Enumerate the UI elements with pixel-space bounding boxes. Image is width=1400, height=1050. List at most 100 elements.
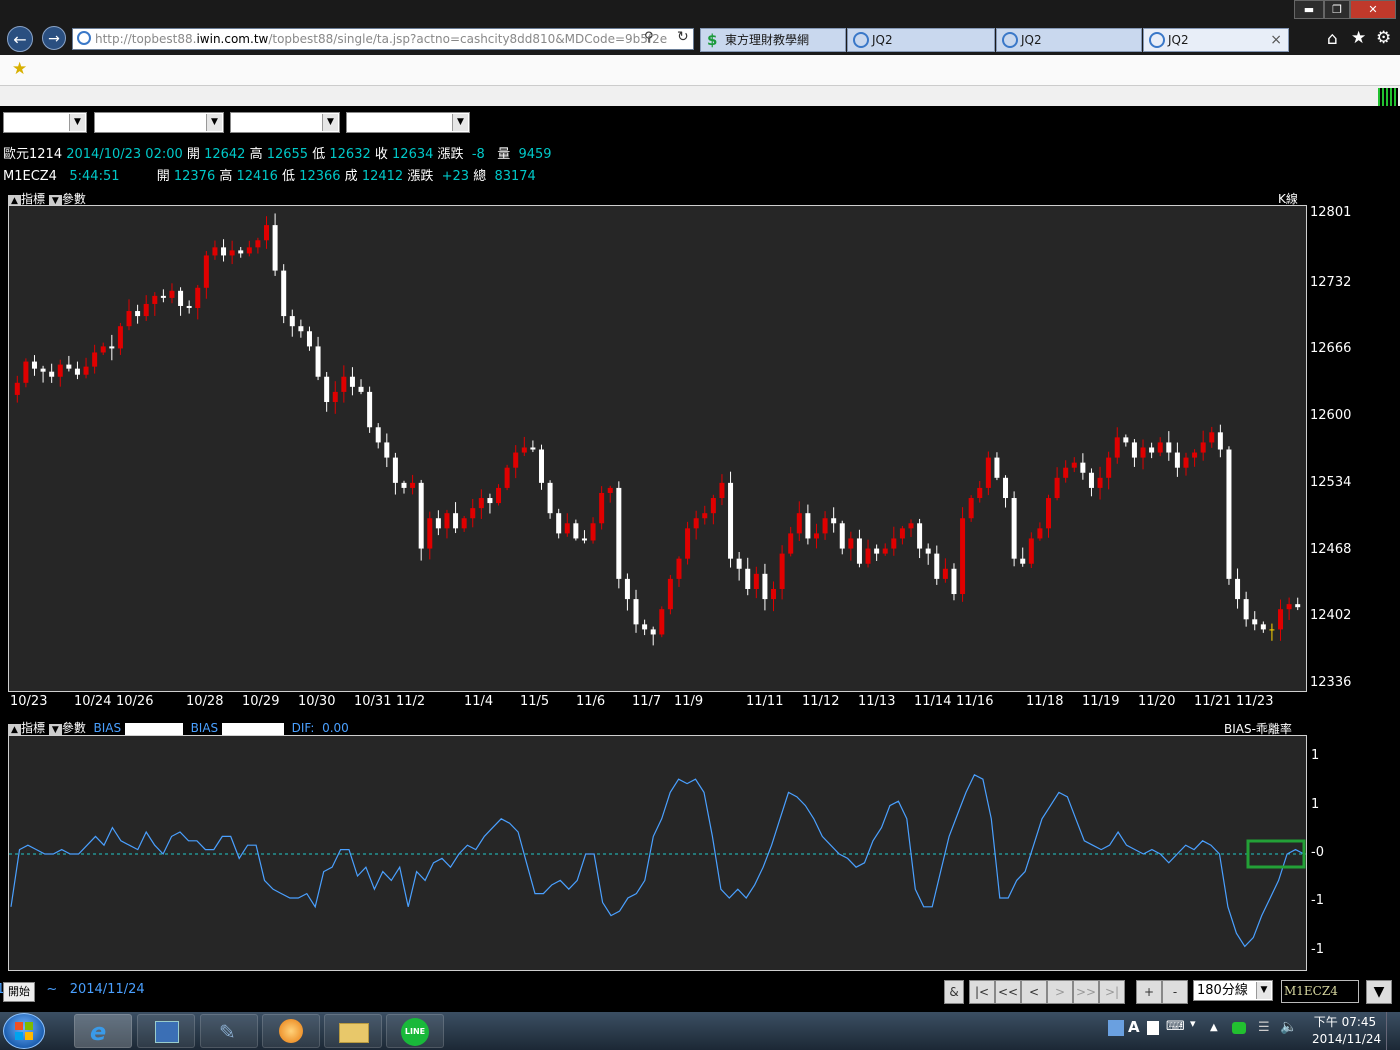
network-icon[interactable]: ☰ — [1258, 1020, 1270, 1035]
taskbar-ie[interactable]: e — [74, 1014, 132, 1048]
home-icon[interactable]: ⌂ — [1327, 29, 1338, 49]
zoom-in-button[interactable]: + — [1136, 980, 1162, 1004]
ime-keyboard-icon[interactable]: ⌨ — [1166, 1019, 1185, 1034]
ime-mode-icon[interactable]: A — [1128, 1018, 1140, 1036]
forward-step-button[interactable]: > — [1047, 980, 1073, 1004]
candle — [358, 379, 364, 395]
ime-icon[interactable] — [1108, 1020, 1124, 1036]
bias1-label: BIAS — [93, 721, 122, 735]
fast-back-button[interactable]: << — [995, 980, 1021, 1004]
candle-body — [57, 364, 63, 377]
maximize-button[interactable]: ❐ — [1324, 0, 1350, 19]
candle — [109, 334, 115, 361]
candle-body — [685, 528, 691, 559]
indicator-button[interactable]: 指標 — [21, 192, 45, 206]
ime-half-icon[interactable] — [1147, 1021, 1159, 1035]
market-select[interactable]: 期貨 ▼ — [3, 112, 87, 149]
time-tick-label: 11/13 — [858, 694, 896, 709]
candle-body — [496, 487, 502, 504]
volume-icon[interactable]: 🔈 — [1280, 1019, 1297, 1035]
taskbar-explorer[interactable] — [324, 1014, 382, 1048]
bias-tick-label: -1 — [1311, 941, 1324, 957]
back-button[interactable]: ← — [7, 26, 33, 52]
high-label: 高 — [249, 147, 263, 162]
contract-select[interactable]: 歐元1214 ▼ — [346, 112, 470, 149]
candle-body — [255, 240, 261, 248]
tab-4-active[interactable]: JQ2 × — [1143, 28, 1289, 52]
candle-body — [1063, 467, 1069, 478]
symbol-input[interactable]: M1ECZ4 — [1281, 980, 1359, 1003]
candle-body — [109, 346, 115, 349]
tab-1[interactable]: $ 東方理財教學網 — [700, 28, 846, 52]
candlestick-panel[interactable] — [8, 205, 1307, 692]
forward-button[interactable]: → — [42, 26, 66, 50]
bias-panel[interactable] — [8, 735, 1307, 971]
candle-body — [985, 457, 991, 488]
candle-body — [1114, 437, 1120, 458]
close-button[interactable]: ✕ — [1350, 0, 1396, 19]
taskbar-media[interactable] — [137, 1014, 195, 1048]
line-tray-icon[interactable] — [1232, 1022, 1246, 1034]
candle — [1200, 430, 1206, 461]
change-value: +23 — [441, 169, 470, 184]
candle-body — [1157, 442, 1163, 453]
candle — [839, 520, 845, 555]
taskbar-line[interactable]: LINE — [386, 1014, 444, 1048]
tab-3[interactable]: JQ2 — [996, 28, 1142, 52]
back-step-button[interactable]: < — [1021, 980, 1047, 1004]
tab-close-icon[interactable]: × — [1270, 29, 1282, 51]
candle — [813, 523, 819, 549]
candle — [264, 216, 270, 249]
candle-body — [728, 482, 734, 559]
show-desktop-button[interactable] — [1386, 1012, 1400, 1050]
candle-body — [367, 391, 373, 428]
clock[interactable]: 下午 07:45 2014/11/24 — [1312, 1014, 1382, 1048]
tray-expand-icon[interactable]: ▲ — [1210, 1022, 1218, 1033]
zoom-out-button[interactable]: - — [1162, 980, 1188, 1004]
ime-options-icon[interactable]: ▾ — [1190, 1017, 1196, 1030]
search-icon[interactable]: ⚲ — [644, 30, 654, 45]
refresh-icon[interactable]: ↻ — [677, 29, 689, 45]
candle — [1217, 424, 1223, 458]
amp-button[interactable]: & — [944, 980, 964, 1004]
candle — [642, 619, 648, 636]
candle-body — [1286, 604, 1292, 610]
price-tick-label: 12801 — [1310, 205, 1352, 220]
windows-start-button[interactable] — [3, 1013, 45, 1049]
dropdown-button[interactable]: ▼ — [1366, 980, 1392, 1004]
ie-icon — [1002, 32, 1018, 48]
address-bar[interactable]: http://topbest88.iwin.com.tw/topbest88/s… — [72, 28, 694, 50]
candle-body — [530, 447, 536, 450]
candle — [951, 563, 957, 601]
candle — [66, 355, 72, 372]
volume-label: 量 — [497, 147, 511, 162]
product-select[interactable]: 全商品 (ALL) ▼ — [94, 112, 224, 149]
clock-date: 2014/11/24 — [1312, 1032, 1382, 1046]
candle — [478, 489, 484, 519]
last-button[interactable]: >| — [1099, 980, 1125, 1004]
month-select[interactable]: 近一 ▼ — [230, 112, 340, 149]
candle-body — [1269, 629, 1275, 631]
favorites-star-icon[interactable]: ★ — [1351, 28, 1366, 48]
add-favorite-icon[interactable]: ★ — [12, 59, 27, 79]
url-prefix: http://topbest88. — [95, 32, 197, 46]
candle — [14, 375, 20, 403]
candle-body — [590, 523, 596, 541]
candle — [753, 566, 759, 599]
fast-forward-button[interactable]: >> — [1073, 980, 1099, 1004]
indicator-button[interactable]: 指標 — [21, 721, 45, 735]
taskbar-app4[interactable] — [262, 1014, 320, 1048]
candle-body — [856, 538, 862, 564]
param-button[interactable]: 參數 — [62, 192, 86, 206]
candle — [1114, 427, 1120, 464]
range-separator: ~ — [46, 982, 58, 997]
candle — [788, 526, 794, 557]
candle — [1260, 621, 1266, 633]
minimize-button[interactable]: ▬ — [1294, 0, 1324, 19]
first-button[interactable]: |< — [969, 980, 995, 1004]
period-select[interactable]: 180分線 ▼ — [1193, 980, 1273, 1001]
taskbar-app3[interactable]: ✎ — [200, 1014, 258, 1048]
tools-gear-icon[interactable]: ⚙ — [1376, 28, 1391, 48]
param-button[interactable]: 參數 — [62, 721, 86, 735]
tab-2[interactable]: JQ2 — [847, 28, 995, 52]
